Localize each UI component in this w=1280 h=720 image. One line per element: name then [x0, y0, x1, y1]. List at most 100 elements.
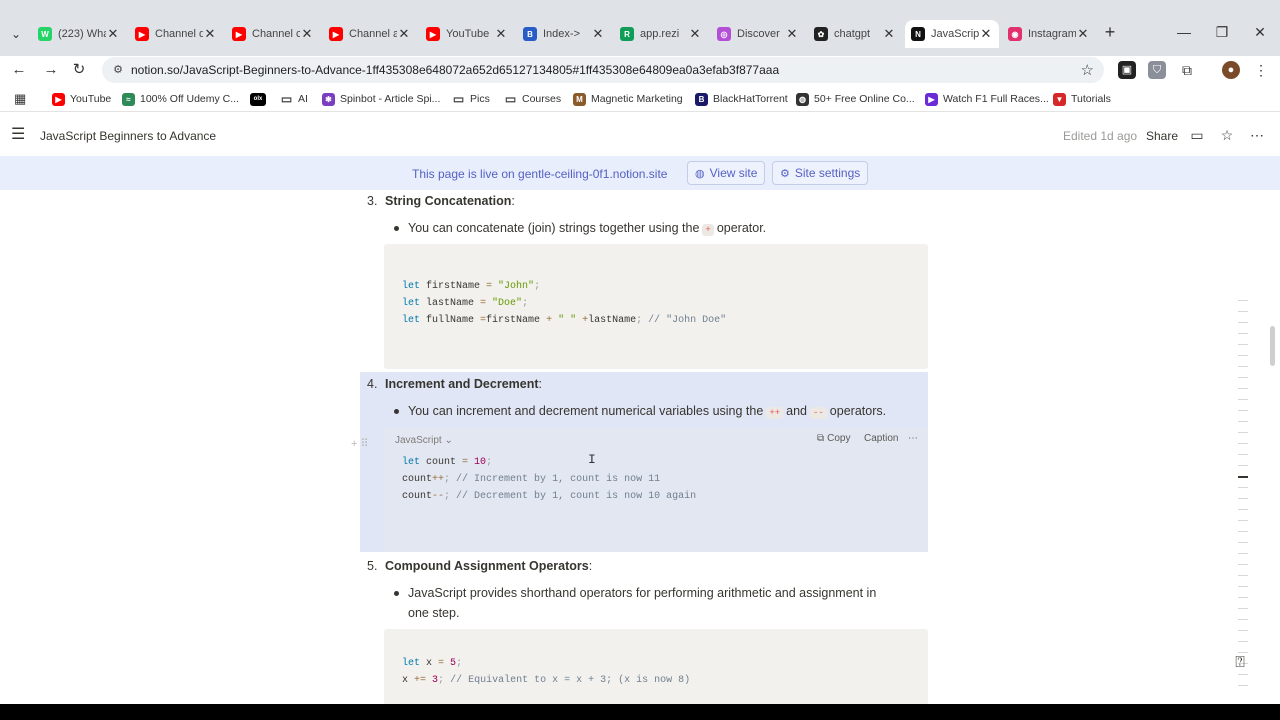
copy-button[interactable]: ⧉ Copy	[817, 433, 851, 444]
tab-title: JavaScript	[931, 28, 979, 40]
browser-tab[interactable]: ▶ Channel dashboard✕	[129, 20, 223, 48]
bookmark-item[interactable]: ▭ AI	[280, 91, 308, 107]
page-title[interactable]: JavaScript Beginners to Advance	[40, 129, 216, 143]
scrollbar-thumb[interactable]	[1270, 326, 1275, 366]
bookmark-item[interactable]: ◍ 50+ Free Online Co...	[796, 91, 915, 107]
sidebar-menu-icon[interactable]: ☰	[11, 126, 29, 144]
code-block[interactable]: let x = 5; x += 3; // Equivalent to x = x…	[384, 629, 928, 704]
outline-marker	[1238, 586, 1248, 587]
section-heading[interactable]: String Concatenation:	[385, 194, 515, 208]
code-token: ;	[438, 675, 451, 686]
tab-title: app.rezi	[640, 28, 680, 40]
bookmark-item[interactable]: ▭ Pics	[452, 91, 490, 107]
outline-marker	[1238, 476, 1248, 478]
shield-extension-icon[interactable]: ⛉	[1148, 61, 1166, 79]
code-token: let	[402, 298, 427, 309]
back-arrow-icon[interactable]: ←	[8, 59, 30, 81]
share-button[interactable]: Share	[1146, 129, 1178, 143]
tab-favicon-icon: R	[620, 27, 634, 41]
code-block[interactable]: let firstName = "John"; let lastName = "D…	[384, 244, 928, 369]
chevron-down-icon: ⌄	[444, 435, 453, 446]
tab-favicon-icon: ▶	[232, 27, 246, 41]
site-info-icon[interactable]: ⚙	[110, 62, 126, 78]
comments-icon[interactable]: ▭	[1188, 126, 1206, 144]
tab-close-icon[interactable]: ✕	[494, 26, 508, 42]
code-token: lastName	[426, 298, 481, 309]
outline-marker	[1238, 344, 1248, 345]
help-icon[interactable]: ⍰	[1230, 653, 1250, 673]
extension-icon[interactable]: ▣	[1118, 61, 1136, 79]
minimize-icon[interactable]: —	[1174, 22, 1194, 42]
bookmark-item[interactable]: ▼ Tutorials	[1053, 91, 1111, 107]
forward-arrow-icon[interactable]: →	[40, 59, 62, 81]
browser-tab[interactable]: ▶ YouTube ✕	[420, 20, 514, 48]
section-heading[interactable]: Compound Assignment Operators:	[385, 559, 592, 573]
browser-tab[interactable]: N JavaScript ✕	[905, 20, 999, 48]
bookmark-item[interactable]: ▭ Courses	[504, 91, 561, 107]
live-site-message: This page is live on gentle-ceiling-0f1.…	[412, 167, 668, 181]
tab-close-icon[interactable]: ✕	[688, 26, 702, 42]
bullet-text-part: operator.	[716, 221, 767, 235]
browser-tab[interactable]: Rapp.rezi ✕	[614, 20, 708, 48]
tab-close-icon[interactable]: ✕	[1076, 26, 1090, 42]
bookmark-item[interactable]: ▶ YouTube	[52, 91, 111, 107]
language-selector[interactable]: JavaScript ⌄	[395, 435, 453, 446]
tab-close-icon[interactable]: ✕	[785, 26, 799, 42]
inline-code: ++	[766, 407, 784, 419]
bullet-text-line: JavaScript provides shorthand operators …	[408, 586, 877, 600]
heading-colon: :	[588, 559, 593, 573]
new-tab-plus-icon[interactable]: +	[1100, 22, 1120, 42]
browser-tab[interactable]: ▶ Channel analytics✕	[323, 20, 417, 48]
site-settings-button[interactable]: ⚙ Site settings	[772, 161, 869, 185]
tab-search-chevron-icon[interactable]: ⌄	[6, 24, 26, 44]
code-token: --	[432, 491, 445, 502]
tab-close-icon[interactable]: ✕	[106, 26, 120, 42]
bullet-text-part: operators.	[829, 404, 887, 418]
restore-window-icon[interactable]: ❐	[1212, 22, 1232, 42]
bookmark-item[interactable]: ✱ Spinbot - Article Spi...	[322, 91, 440, 107]
bookmark-item[interactable]: ≈100% Off Udemy C...	[122, 91, 239, 107]
section-heading[interactable]: Increment and Decrement:	[385, 377, 542, 391]
extensions-puzzle-icon[interactable]: ⧉	[1178, 61, 1196, 79]
favorite-star-icon[interactable]: ☆	[1218, 126, 1236, 144]
address-bar[interactable]: ⚙ notion.so/JavaScript-Beginners-to-Adva…	[102, 57, 1104, 83]
tab-close-icon[interactable]: ✕	[300, 26, 314, 42]
more-options-icon[interactable]: ⋯	[1248, 126, 1266, 144]
bookmark-item[interactable]: olx	[250, 91, 271, 107]
tab-close-icon[interactable]: ✕	[203, 26, 217, 42]
tab-close-icon[interactable]: ✕	[979, 26, 993, 42]
gear-icon: ⚙	[780, 167, 790, 180]
bookmark-label: 100% Off Udemy C...	[140, 93, 240, 105]
tab-close-icon[interactable]: ✕	[882, 26, 896, 42]
apps-grid-icon[interactable]: ▦	[14, 91, 26, 107]
code-token: count	[426, 457, 463, 468]
close-window-icon[interactable]: ✕	[1250, 22, 1270, 42]
reload-icon[interactable]: ↻	[68, 59, 90, 81]
outline-marker	[1238, 608, 1248, 609]
browser-tab[interactable]: B Index-> ✕	[517, 20, 611, 48]
code-block[interactable]: JavaScript ⌄ ⧉ Copy Caption ⋯ let count =…	[384, 428, 928, 552]
bullet-text[interactable]: You can concatenate (join) strings toget…	[408, 218, 766, 240]
outline-marker	[1238, 619, 1248, 620]
outline-marker	[1238, 421, 1248, 422]
tab-close-icon[interactable]: ✕	[591, 26, 605, 42]
browser-tab[interactable]: ✿ chatgpt ✕	[808, 20, 902, 48]
page-outline-markers[interactable]	[1238, 300, 1252, 690]
tab-close-icon[interactable]: ✕	[397, 26, 411, 42]
browser-menu-icon[interactable]: ⋮	[1252, 61, 1270, 79]
caption-button[interactable]: Caption	[864, 433, 898, 444]
bookmark-item[interactable]: ▶ Watch F1 Full Races...	[925, 91, 1049, 107]
bookmark-star-icon[interactable]: ☆	[1081, 61, 1094, 79]
code-more-icon[interactable]: ⋯	[908, 433, 918, 444]
block-drag-handle-icon[interactable]: + ⠿	[351, 437, 381, 451]
bookmark-item[interactable]: B BlackHatTorrent	[695, 91, 788, 107]
browser-tab[interactable]: ◎ Discover ✕	[711, 20, 805, 48]
bookmark-item[interactable]: M Magnetic Marketing	[573, 91, 683, 107]
bullet-text[interactable]: JavaScript provides shorthand operators …	[408, 583, 876, 623]
browser-tab[interactable]: ◉ Instagram ✕	[1002, 20, 1096, 48]
profile-avatar[interactable]: ●	[1222, 61, 1240, 79]
browser-tab[interactable]: ▶ Channel content✕	[226, 20, 320, 48]
browser-tab[interactable]: W (223) WhatsApp✕	[32, 20, 126, 48]
view-site-button[interactable]: ◍ View site	[687, 161, 766, 185]
bullet-text[interactable]: You can increment and decrement numerica…	[408, 401, 886, 423]
